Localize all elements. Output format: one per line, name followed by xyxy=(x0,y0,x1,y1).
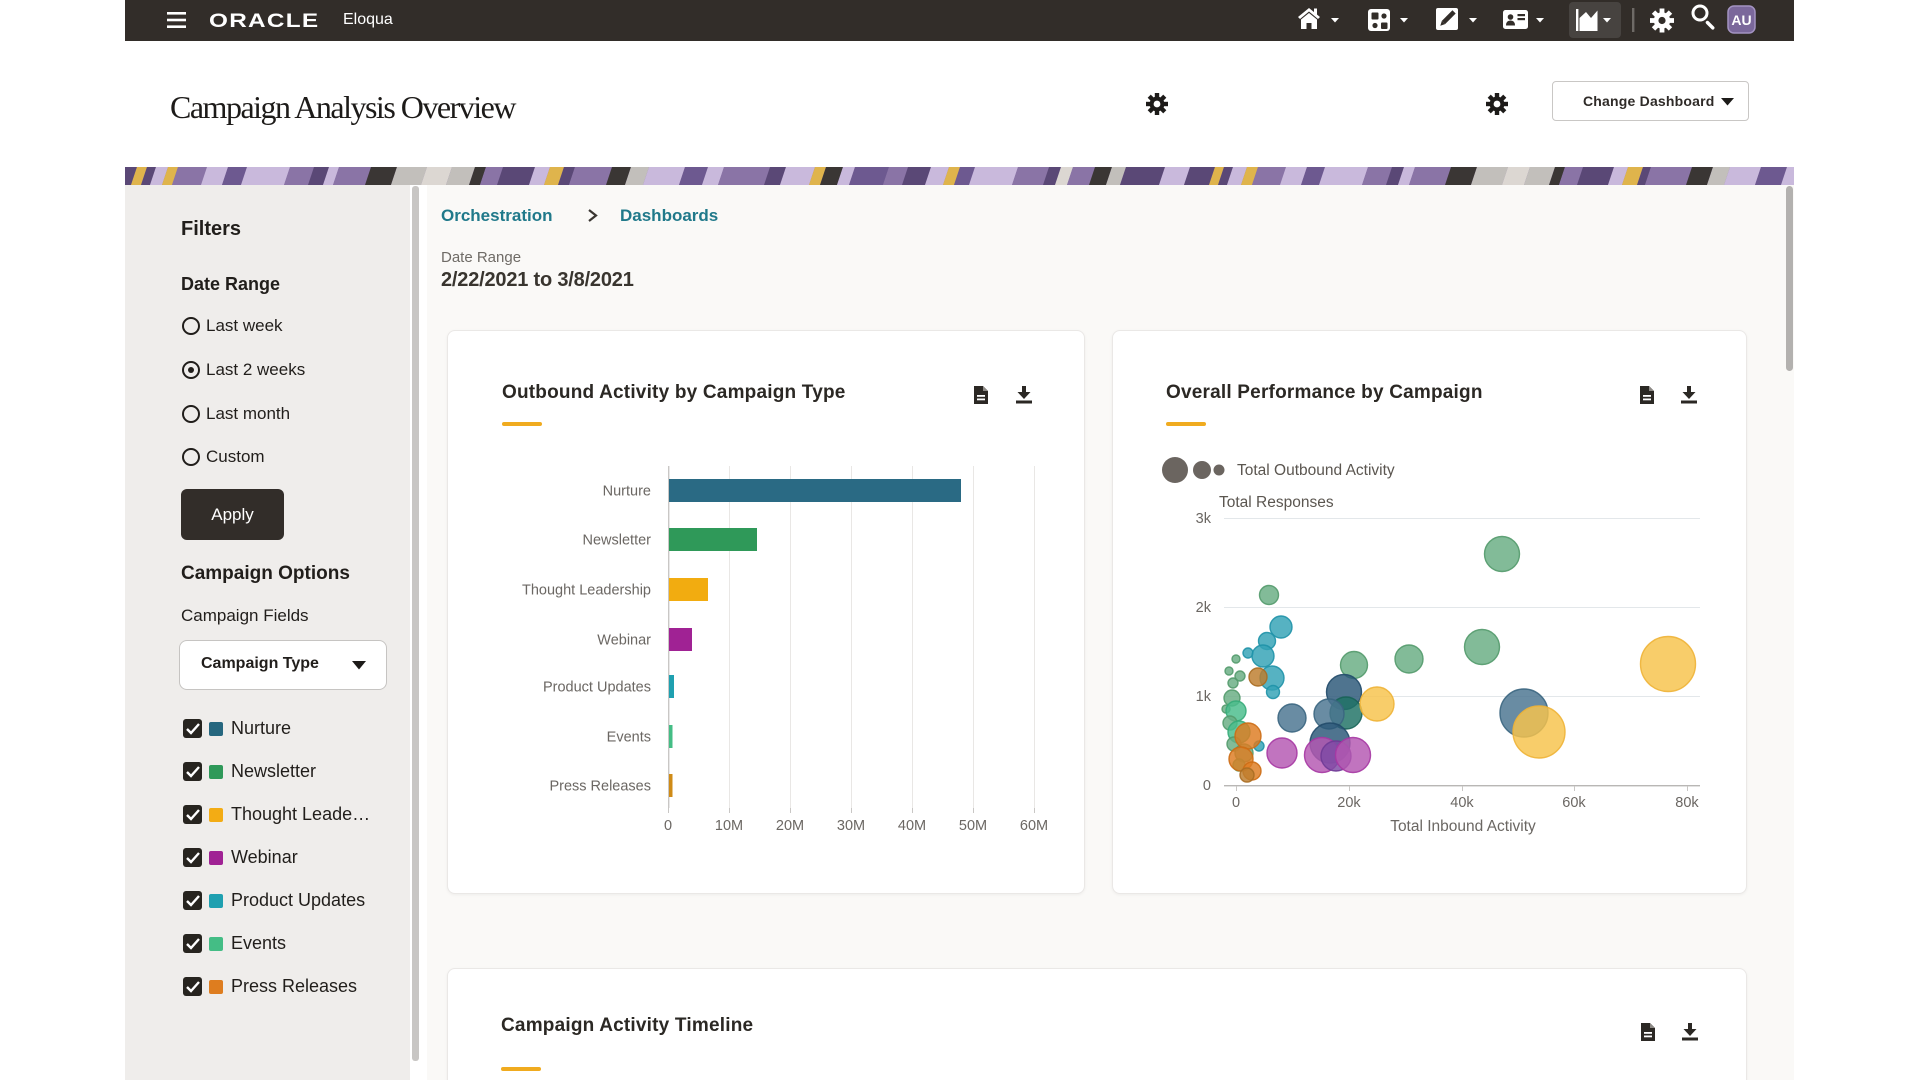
svg-text:0: 0 xyxy=(1203,778,1211,794)
svg-text:40k: 40k xyxy=(1450,795,1474,811)
svg-text:0: 0 xyxy=(664,818,672,834)
svg-text:3k: 3k xyxy=(1196,511,1212,527)
svg-text:Product Updates: Product Updates xyxy=(543,680,651,696)
svg-text:Events: Events xyxy=(607,730,651,746)
svg-text:Nurture: Nurture xyxy=(603,484,651,500)
svg-text:Newsletter: Newsletter xyxy=(583,533,652,549)
svg-text:40M: 40M xyxy=(898,818,926,834)
svg-text:Thought Leadership: Thought Leadership xyxy=(522,583,651,599)
svg-text:60k: 60k xyxy=(1562,795,1586,811)
svg-text:1k: 1k xyxy=(1196,689,1212,705)
svg-text:10M: 10M xyxy=(715,818,743,834)
svg-text:20k: 20k xyxy=(1337,795,1361,811)
svg-text:0: 0 xyxy=(1232,795,1240,811)
svg-text:2k: 2k xyxy=(1196,600,1212,616)
svg-text:60M: 60M xyxy=(1020,818,1048,834)
svg-text:Total Responses: Total Responses xyxy=(1219,494,1334,511)
svg-text:AU: AU xyxy=(1731,12,1751,28)
svg-text:Total Outbound Activity: Total Outbound Activity xyxy=(1237,462,1395,479)
svg-text:Webinar: Webinar xyxy=(597,633,651,649)
svg-text:50M: 50M xyxy=(959,818,987,834)
svg-text:20M: 20M xyxy=(776,818,804,834)
svg-text:80k: 80k xyxy=(1675,795,1699,811)
svg-text:Press Releases: Press Releases xyxy=(549,779,651,795)
svg-text:Total Inbound Activity: Total Inbound Activity xyxy=(1390,818,1536,835)
svg-text:ORACLE: ORACLE xyxy=(209,10,319,32)
svg-text:30M: 30M xyxy=(837,818,865,834)
